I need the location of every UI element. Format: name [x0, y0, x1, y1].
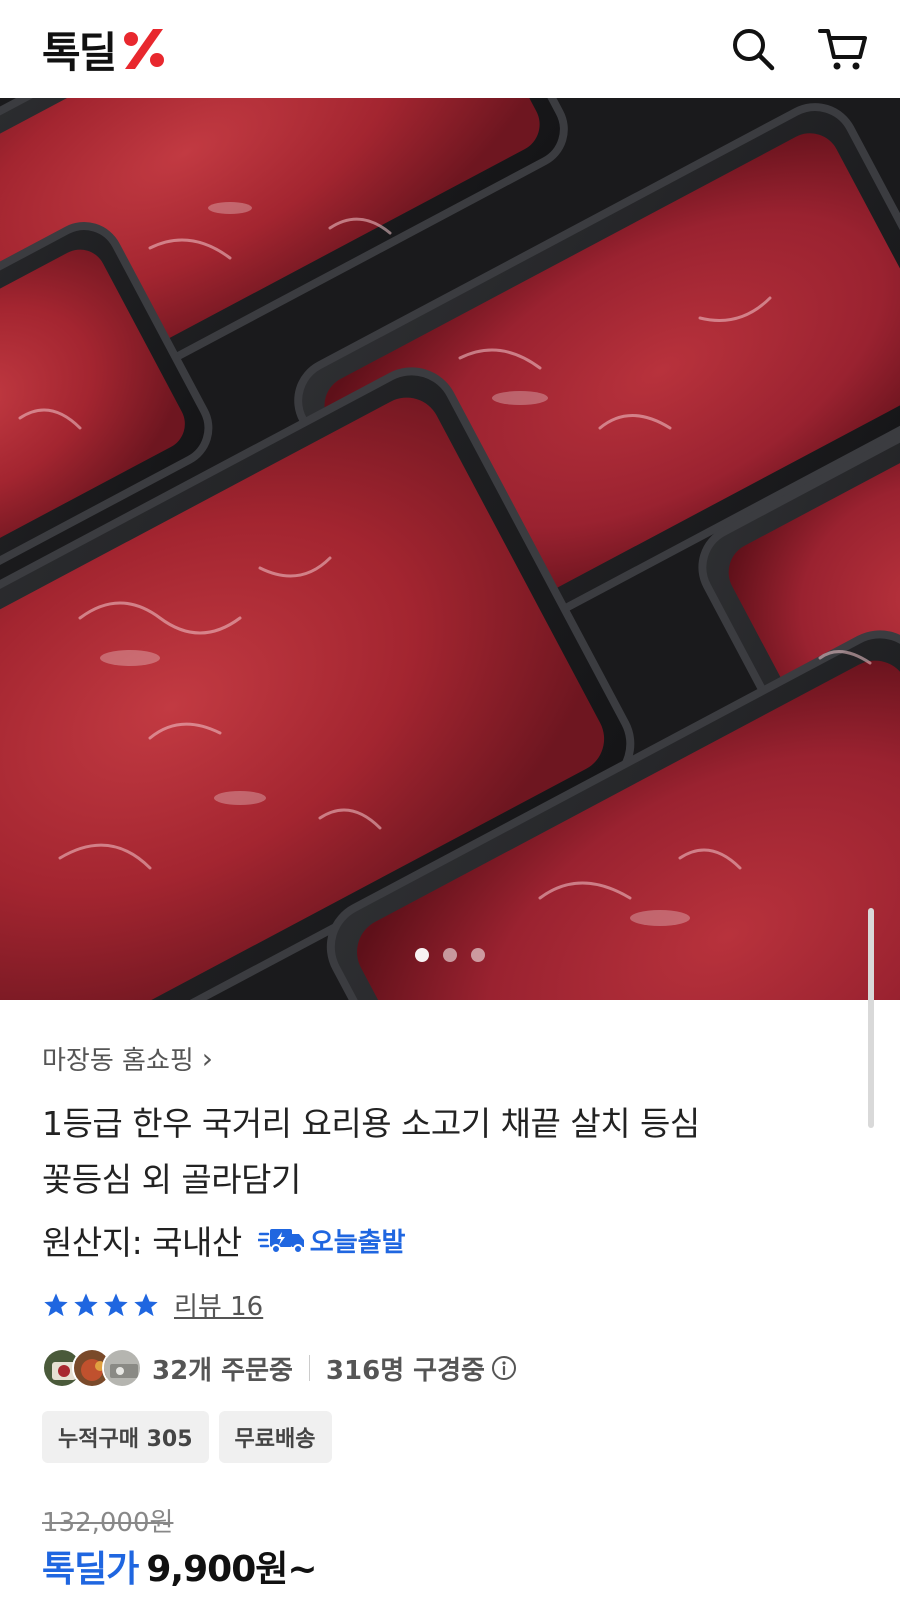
- activity-row: 32개 주문중 316명 구경중: [42, 1346, 517, 1390]
- carousel-indicator: [0, 948, 900, 962]
- carousel-dot[interactable]: [471, 948, 485, 962]
- cart-icon[interactable]: [818, 26, 868, 72]
- tag-free-shipping: 무료배송: [218, 1411, 332, 1463]
- logo[interactable]: 톡딜: [42, 19, 169, 80]
- divider: [308, 1355, 310, 1381]
- deal-price-row: 톡딜가 9,900원~: [42, 1540, 318, 1592]
- store-link[interactable]: 마장동 홈쇼핑 ›: [42, 1040, 862, 1076]
- product-title-line: 꽃등심 외 골라담기: [42, 1160, 301, 1199]
- star-icon: [44, 1292, 68, 1316]
- search-icon[interactable]: [730, 26, 776, 72]
- deal-price-label: 톡딜가: [42, 1549, 139, 1590]
- original-price: 132,000원: [42, 1508, 174, 1538]
- scrollbar[interactable]: [868, 908, 874, 1128]
- info-icon[interactable]: [491, 1355, 517, 1381]
- avatar: [102, 1348, 142, 1388]
- buyer-avatars: [42, 1348, 142, 1388]
- ordering-count: 32개 주문중: [152, 1355, 293, 1386]
- rating-row[interactable]: 리뷰 16: [42, 1286, 263, 1323]
- star-icon: [134, 1292, 158, 1316]
- chevron-right-icon: ›: [201, 1041, 213, 1075]
- product-image[interactable]: [0, 98, 900, 1000]
- tag-cumulative-purchases: 누적구매 305: [42, 1411, 209, 1463]
- origin-label: 원산지: 국내산: [42, 1223, 242, 1262]
- carousel-dot[interactable]: [415, 948, 429, 962]
- product-info: 마장동 홈쇼핑 › 1등급 한우 국거리 요리용 소고기 채끝 살치 등심 꽃등…: [42, 1040, 862, 1268]
- shipping-badge-label: 오늘출발: [309, 1227, 406, 1258]
- shipping-badge: 오늘출발: [257, 1222, 406, 1259]
- logo-percent-icon: [124, 29, 165, 69]
- product-title-line: 1등급 한우 국거리 요리용 소고기 채끝 살치 등심: [42, 1104, 700, 1143]
- app-header: 톡딜: [0, 0, 900, 98]
- star-rating: [42, 1291, 160, 1319]
- star-icon: [104, 1292, 128, 1316]
- viewing-count: 316명 구경중: [325, 1355, 485, 1386]
- product-title: 1등급 한우 국거리 요리용 소고기 채끝 살치 등심 꽃등심 외 골라담기: [42, 1096, 862, 1208]
- deal-price: 9,900원~: [146, 1549, 317, 1590]
- review-link[interactable]: 리뷰 16: [174, 1286, 263, 1323]
- store-name: 마장동 홈쇼핑: [42, 1045, 194, 1076]
- carousel-dot[interactable]: [443, 948, 457, 962]
- product-tags: 누적구매 305 무료배송: [42, 1411, 332, 1463]
- star-icon: [74, 1292, 98, 1316]
- truck-icon: [257, 1229, 304, 1254]
- logo-text: 톡딜: [42, 27, 117, 77]
